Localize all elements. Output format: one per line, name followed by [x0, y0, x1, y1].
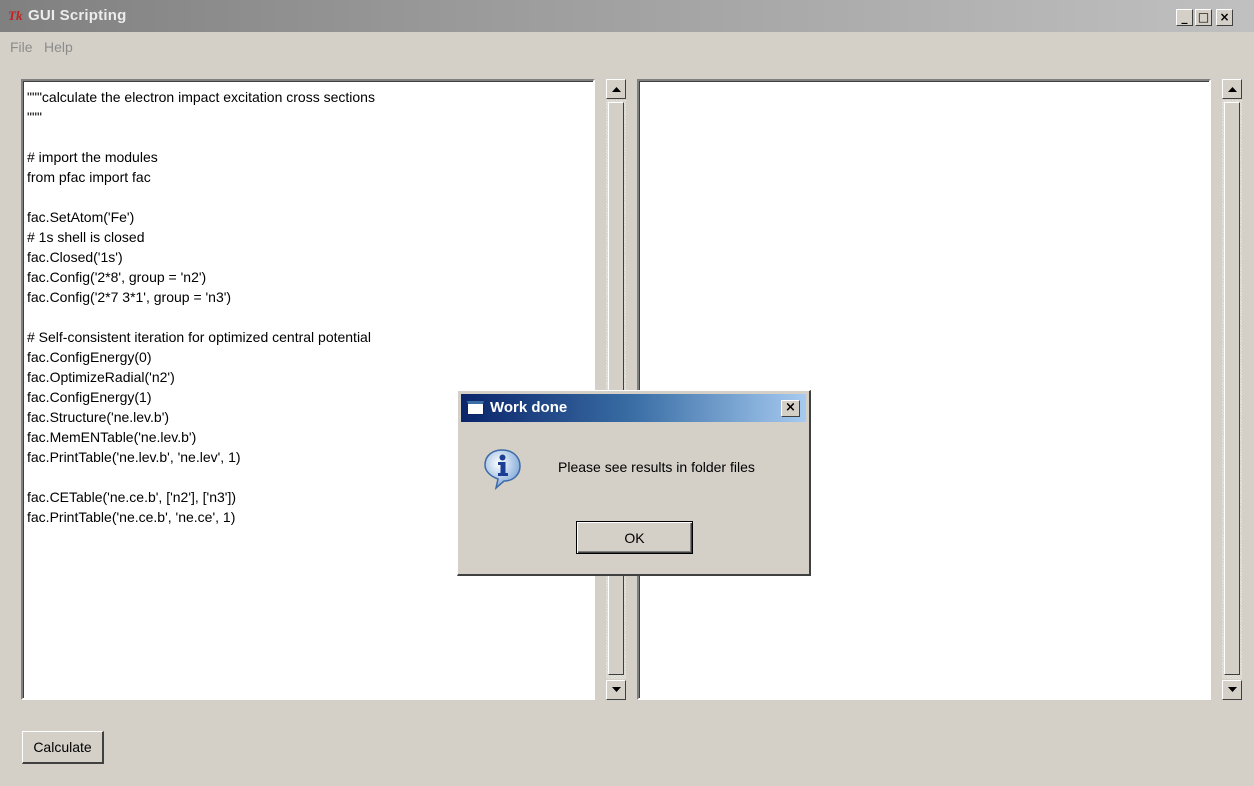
menu-file[interactable]: File [10, 39, 33, 55]
menu-help[interactable]: Help [44, 39, 73, 55]
output-pane-scrollbar[interactable] [1221, 79, 1243, 700]
calculate-button[interactable]: Calculate [22, 731, 104, 764]
arrow-up-icon [612, 87, 621, 92]
code-line: fac.SetAtom('Fe') [27, 209, 135, 225]
code-line: from pfac import fac [27, 169, 151, 185]
menu-bar: File Help [0, 34, 1254, 58]
scroll-up-button[interactable] [1222, 79, 1242, 99]
code-line: fac.ConfigEnergy(1) [27, 389, 152, 405]
code-line: fac.Structure('ne.lev.b') [27, 409, 170, 425]
code-line: fac.PrintTable('ne.lev.b', 'ne.lev', 1) [27, 449, 241, 465]
tk-logo-icon: Tk [8, 8, 23, 23]
code-line: fac.CETable('ne.ce.b', ['n2'], ['n3']) [27, 489, 237, 505]
dialog-close-button[interactable]: × [781, 400, 800, 417]
code-line: # 1s shell is closed [27, 229, 145, 245]
ok-button[interactable]: OK [576, 521, 693, 554]
window-title-bar[interactable]: Tk GUI Scripting _ □ × [0, 0, 1254, 32]
code-line: fac.MemENTable('ne.lev.b') [27, 429, 197, 445]
code-line: fac.Closed('1s') [27, 249, 123, 265]
dialog-message: Please see results in folder files [558, 459, 755, 475]
code-line: fac.PrintTable('ne.ce.b', 'ne.ce', 1) [27, 509, 236, 525]
scroll-down-button[interactable] [606, 680, 626, 700]
code-line: fac.ConfigEnergy(0) [27, 349, 152, 365]
close-button[interactable]: × [1216, 9, 1233, 26]
code-line: # import the modules [27, 149, 158, 165]
code-line: fac.OptimizeRadial('n2') [27, 369, 175, 385]
work-done-dialog: Work done × Please see results in folder… [457, 390, 811, 576]
scroll-thumb[interactable] [1224, 102, 1240, 675]
minimize-button[interactable]: _ [1176, 9, 1193, 26]
arrow-down-icon [612, 687, 621, 692]
window-title: GUI Scripting [28, 7, 127, 24]
scroll-up-button[interactable] [606, 79, 626, 99]
scroll-down-button[interactable] [1222, 680, 1242, 700]
code-line: fac.Config('2*8', group = 'n2') [27, 269, 207, 285]
script-text: """calculate the electron impact excitat… [27, 87, 375, 527]
dialog-title: Work done [490, 399, 568, 416]
dialog-title-bar[interactable]: Work done × [461, 394, 806, 422]
code-line: """calculate the electron impact excitat… [27, 89, 375, 105]
code-line: # Self-consistent iteration for optimize… [27, 329, 371, 345]
window-icon [467, 401, 484, 415]
arrow-up-icon [1228, 87, 1237, 92]
maximize-button[interactable]: □ [1195, 9, 1212, 26]
info-icon [484, 449, 521, 490]
arrow-down-icon [1228, 687, 1237, 692]
scroll-thumb[interactable] [608, 102, 624, 675]
code-line: """ [27, 109, 42, 125]
code-line: fac.Config('2*7 3*1', group = 'n3') [27, 289, 232, 305]
